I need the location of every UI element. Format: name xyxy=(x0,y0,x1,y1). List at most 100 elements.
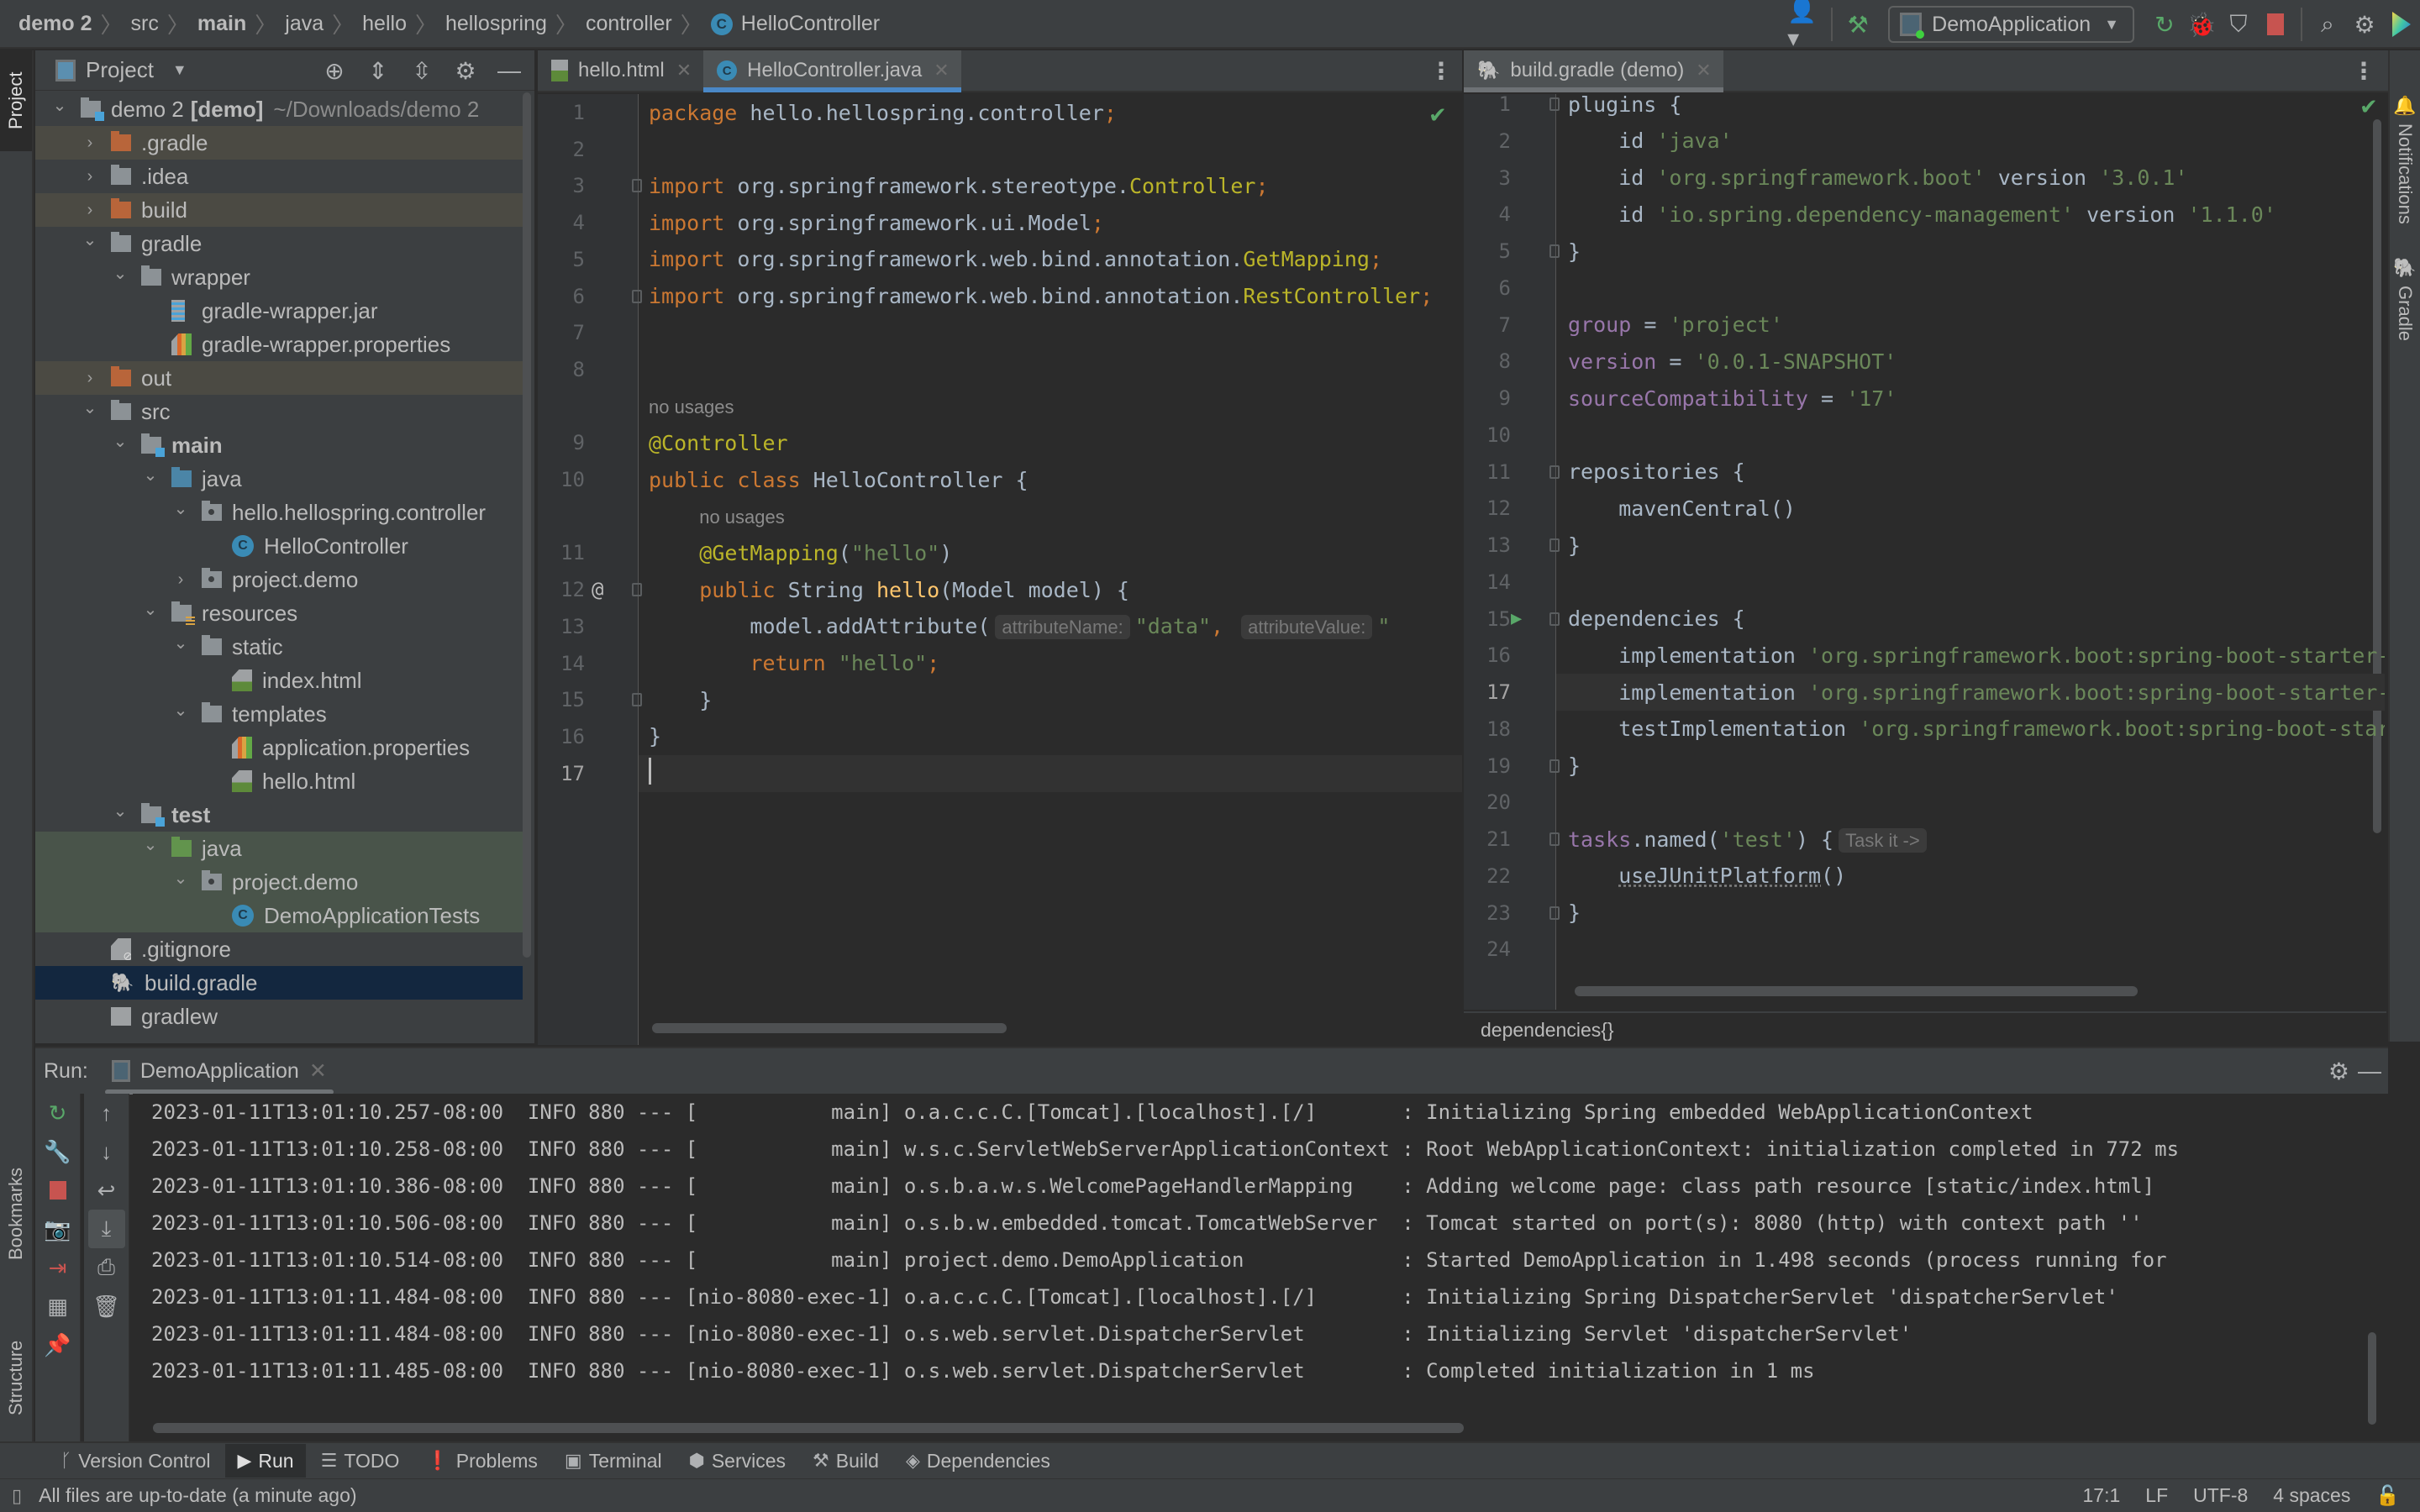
breadcrumb-item[interactable]: demo 2 xyxy=(18,12,92,36)
chevron-right-icon[interactable]: › xyxy=(81,167,99,186)
tree-item[interactable]: ⌄ main xyxy=(35,428,523,462)
chevron-right-icon[interactable]: › xyxy=(81,369,99,388)
tree-item[interactable]: ›application.properties xyxy=(35,731,523,764)
tree-item[interactable]: ⌄ java xyxy=(35,462,523,496)
editor-tab[interactable]: 🐘 build.gradle (demo) ✕ xyxy=(1464,50,1723,92)
structure-tool-tab[interactable]: Structure xyxy=(0,1310,32,1445)
code-line[interactable]: 3 id 'org.springframework.boot' version … xyxy=(1499,160,2385,197)
fold-end-icon[interactable] xyxy=(1549,759,1560,773)
fold-end-icon[interactable] xyxy=(1549,906,1560,920)
tree-item[interactable]: ›gradle-wrapper.properties xyxy=(35,328,523,361)
tool-window-run[interactable]: ▶ Run xyxy=(225,1444,306,1478)
fold-collapse-icon[interactable] xyxy=(1549,465,1560,479)
more-options-icon[interactable]: ⋮ xyxy=(2351,50,2376,91)
chevron-down-icon[interactable]: ⌄ xyxy=(171,700,190,721)
wrench-icon[interactable]: 🔧 xyxy=(39,1132,76,1171)
fold-end-icon[interactable] xyxy=(1549,244,1560,258)
tree-item[interactable]: ⌄ test xyxy=(35,798,523,832)
code-line[interactable]: 13} xyxy=(1486,527,2385,564)
chevron-down-icon[interactable]: ⌄ xyxy=(171,498,190,519)
fold-end-icon[interactable] xyxy=(1549,538,1560,552)
settings-icon[interactable]: ⚙ xyxy=(2328,1058,2349,1085)
chevron-down-icon[interactable]: ⌄ xyxy=(81,229,99,250)
tool-window-services[interactable]: ⬢ Services xyxy=(677,1444,797,1478)
code-line[interactable]: 4 import org.springframework.ui.Model; xyxy=(573,204,1462,241)
chevron-down-icon[interactable]: ⌄ xyxy=(111,801,129,822)
tree-item[interactable]: ›index.html xyxy=(35,664,523,697)
close-icon[interactable]: ✕ xyxy=(1696,60,1711,81)
expand-all-icon[interactable]: ⇕ xyxy=(361,57,395,85)
code-line[interactable]: 18 testImplementation 'org.springframewo… xyxy=(1486,711,2385,748)
code-line[interactable]: 17 implementation 'org.springframework.b… xyxy=(1486,674,2385,711)
code-line[interactable]: 3 import org.springframework.stereotype.C… xyxy=(573,167,1462,204)
code-line[interactable]: 2 id 'java' xyxy=(1499,123,2385,160)
tree-item[interactable]: ⌄ project.demo xyxy=(35,865,523,899)
code-line[interactable]: 9 @Controller xyxy=(573,424,1462,461)
breadcrumb-item[interactable]: src xyxy=(131,12,159,36)
more-options-icon[interactable]: ⋮ xyxy=(1428,50,1454,91)
code-line[interactable]: 12 mavenCentral() xyxy=(1486,490,2385,527)
tree-item[interactable]: ›gradlew xyxy=(35,1000,523,1033)
tree-item[interactable]: › .gradle xyxy=(35,126,523,160)
chevron-right-icon[interactable]: › xyxy=(81,134,99,153)
chevron-down-icon[interactable]: ⌄ xyxy=(171,633,190,654)
code-line[interactable]: 2 xyxy=(573,131,1462,168)
gradle-tool-tab[interactable]: 🐘 Gradle xyxy=(2390,240,2420,358)
horizontal-scrollbar[interactable] xyxy=(652,1023,1007,1033)
trash-icon[interactable]: 🗑 xyxy=(88,1287,125,1326)
close-icon[interactable]: ✕ xyxy=(309,1058,327,1084)
tree-item[interactable]: ›hello.html xyxy=(35,764,523,798)
unlock-icon[interactable]: 🔓 xyxy=(2375,1484,2400,1507)
layout-icon[interactable]: ▦ xyxy=(39,1287,76,1326)
breadcrumb-item[interactable]: controller xyxy=(586,12,672,36)
code-line[interactable]: no usages xyxy=(639,498,1462,535)
breadcrumb-item[interactable]: hello xyxy=(362,12,407,36)
fold-end-icon[interactable] xyxy=(632,289,642,303)
code-line[interactable]: 23} xyxy=(1486,895,2385,932)
tool-window-terminal[interactable]: ▣ Terminal xyxy=(553,1444,674,1478)
chevron-right-icon[interactable]: › xyxy=(81,201,99,220)
code-line[interactable]: 14 xyxy=(1486,564,2385,601)
pin-icon[interactable]: 📌 xyxy=(39,1326,76,1364)
code-line[interactable]: 1 package hello.hellospring.controller; xyxy=(573,94,1462,131)
tree-item[interactable]: ⌄ hello.hellospring.controller xyxy=(35,496,523,529)
tree-item[interactable]: ⌄ templates xyxy=(35,697,523,731)
caret-position[interactable]: 17:1 xyxy=(2083,1484,2121,1507)
code-line[interactable]: 15 ▶ dependencies { xyxy=(1486,601,2385,638)
user-icon[interactable]: 👤▾ xyxy=(1787,0,1824,51)
tool-window-build[interactable]: ⚒ Build xyxy=(801,1444,891,1478)
editor-tab[interactable]: hello.html ✕ xyxy=(538,50,703,91)
tree-item[interactable]: › build xyxy=(35,193,523,227)
tool-window-todo[interactable]: ☰ TODO xyxy=(309,1444,412,1478)
rerun-icon[interactable]: ↻ xyxy=(2146,6,2183,43)
tool-window-dependencies[interactable]: ◈ Dependencies xyxy=(894,1444,1062,1478)
code-line[interactable]: 22 useJUnitPlatform() xyxy=(1486,858,2385,895)
print-icon[interactable]: ⎙ xyxy=(88,1248,125,1287)
arrow-up-icon[interactable]: ↑ xyxy=(88,1094,125,1132)
code-line[interactable]: 14 return "hello"; xyxy=(560,645,1462,682)
tree-item[interactable]: ›gradle-wrapper.jar xyxy=(35,294,523,328)
coverage-icon[interactable]: ⛉ xyxy=(2220,6,2257,43)
code-line[interactable]: no usages xyxy=(639,388,1462,425)
project-tool-tab[interactable]: Project xyxy=(0,50,32,151)
fold-end-icon[interactable] xyxy=(632,693,642,707)
project-tree-scrollbar[interactable] xyxy=(523,92,531,958)
toggle-tool-windows-icon[interactable]: ▯ xyxy=(12,1485,22,1507)
tree-item[interactable]: ⌄ gradle xyxy=(35,227,523,260)
run-tab-demoapplication[interactable]: DemoApplication ✕ xyxy=(104,1047,334,1095)
code-line[interactable]: 13 model.addAttribute(attributeName: "dat… xyxy=(560,608,1462,645)
exit-icon[interactable]: ⇥ xyxy=(39,1248,76,1287)
tool-window-version-control[interactable]: ᚴ Version Control xyxy=(49,1444,222,1478)
code-line[interactable]: 5 import org.springframework.web.bind.ann… xyxy=(573,241,1462,278)
fold-collapse-icon[interactable] xyxy=(1549,612,1560,626)
debug-icon[interactable]: 🐞 xyxy=(2183,6,2220,43)
fold-collapse-icon[interactable] xyxy=(632,583,642,597)
code-line[interactable]: 4 id 'io.spring.dependency-management' v… xyxy=(1499,196,2385,233)
breadcrumb-current-file[interactable]: C HelloController xyxy=(710,12,880,36)
gradle-editor[interactable]: ✔ 1 plugins {2 id 'java' 3 id 'org.springf… xyxy=(1464,94,2385,1010)
code-line[interactable]: 21 tasks.named('test') {Task it -> xyxy=(1486,821,2385,858)
horizontal-scrollbar[interactable] xyxy=(1575,986,2138,996)
collapse-all-icon[interactable]: ⇳ xyxy=(405,57,439,85)
tree-item[interactable]: › out xyxy=(35,361,523,395)
code-line[interactable]: 19} xyxy=(1486,748,2385,785)
